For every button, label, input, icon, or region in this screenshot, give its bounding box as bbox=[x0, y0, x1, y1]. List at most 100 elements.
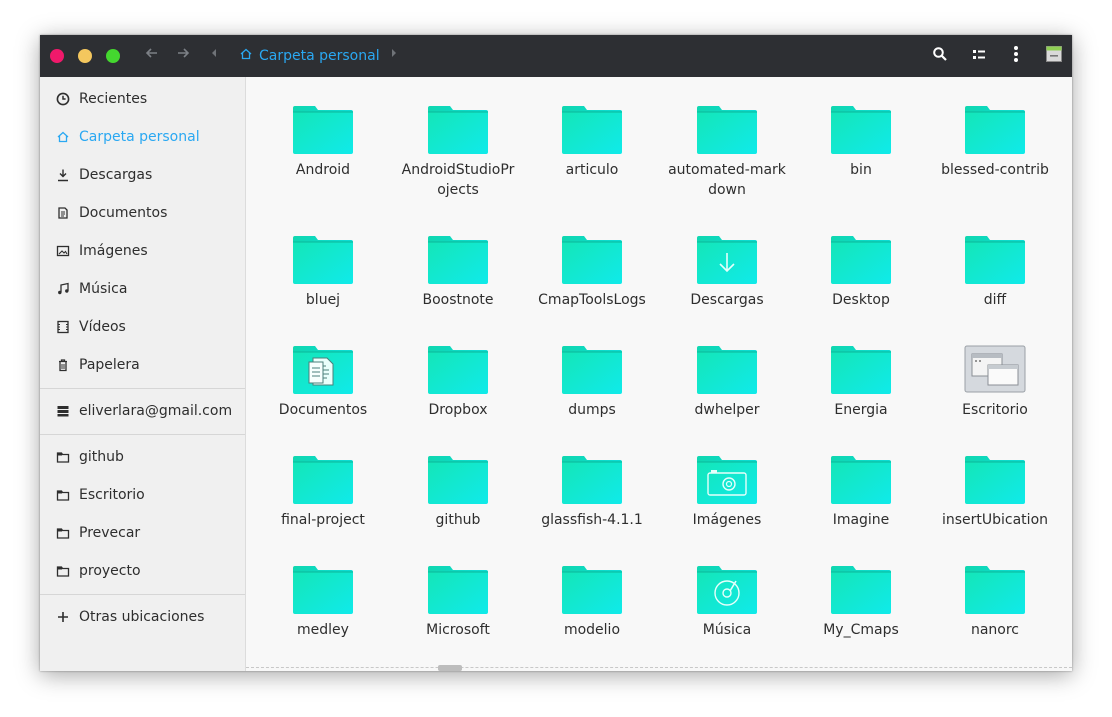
breadcrumb-label: Carpeta personal bbox=[259, 47, 380, 64]
menu-button[interactable] bbox=[1005, 45, 1027, 67]
download-icon bbox=[55, 167, 71, 183]
image-icon bbox=[55, 243, 71, 259]
file-item-medley[interactable]: medley bbox=[256, 565, 390, 671]
folder-icon bbox=[292, 455, 354, 505]
file-item-dropbox[interactable]: Dropbox bbox=[391, 345, 525, 455]
file-item-label: CmapToolsLogs bbox=[538, 292, 646, 308]
file-item-label: bin bbox=[850, 162, 872, 178]
search-icon bbox=[932, 46, 948, 66]
window-icon-button[interactable] bbox=[1043, 45, 1065, 67]
file-item-bin[interactable]: bin bbox=[794, 105, 928, 215]
file-item-dwhelper[interactable]: dwhelper bbox=[660, 345, 794, 455]
sidebar-item-label: Escritorio bbox=[79, 487, 145, 503]
folder-icon bbox=[55, 525, 71, 541]
sidebar-item-carpeta-personal[interactable]: Carpeta personal bbox=[40, 118, 245, 156]
file-item-label: modelio bbox=[563, 622, 621, 638]
sidebar-item-account[interactable]: eliverlara@gmail.com bbox=[40, 392, 245, 430]
folder-icon bbox=[292, 235, 354, 285]
folder-icon bbox=[561, 345, 623, 395]
file-item-github[interactable]: github bbox=[391, 455, 525, 565]
back-arrow-icon[interactable] bbox=[142, 45, 162, 66]
file-item-musica[interactable]: Música bbox=[660, 565, 794, 671]
file-item-my-cmaps[interactable]: My_Cmaps bbox=[794, 565, 928, 671]
kebab-menu-icon bbox=[1013, 45, 1019, 67]
sidebar-item-bookmark-proyecto[interactable]: proyecto bbox=[40, 552, 245, 590]
file-item-androidstudioprojects[interactable]: AndroidStudioProjects bbox=[391, 105, 525, 215]
file-item-microsoft[interactable]: Microsoft bbox=[391, 565, 525, 671]
file-item-modelio[interactable]: modelio bbox=[525, 565, 659, 671]
file-item-dumps[interactable]: dumps bbox=[525, 345, 659, 455]
sidebar-item-other-locations[interactable]: Otras ubicaciones bbox=[40, 598, 245, 636]
folder-icon bbox=[427, 345, 489, 395]
file-item-imagenes[interactable]: Imágenes bbox=[660, 455, 794, 565]
file-item-label: Android bbox=[295, 162, 351, 178]
maximize-window-button[interactable] bbox=[106, 49, 120, 63]
file-item-label: Imágenes bbox=[692, 512, 762, 528]
trash-icon bbox=[55, 357, 71, 373]
file-item-articulo[interactable]: articulo bbox=[525, 105, 659, 215]
file-item-label: My_Cmaps bbox=[823, 622, 899, 638]
sidebar-separator bbox=[40, 434, 245, 435]
path-scroll-left-icon[interactable] bbox=[210, 46, 218, 63]
window-icon bbox=[1046, 46, 1062, 66]
file-item-bluej[interactable]: bluej bbox=[256, 235, 390, 345]
file-item-escritorio[interactable]: Escritorio bbox=[928, 345, 1062, 455]
minimize-window-button[interactable] bbox=[78, 49, 92, 63]
folder-icon bbox=[830, 455, 892, 505]
forward-arrow-icon[interactable] bbox=[173, 45, 193, 66]
folder-icon bbox=[830, 565, 892, 615]
sidebar-item-label: proyecto bbox=[79, 563, 141, 579]
pane-resize-handle[interactable] bbox=[438, 665, 462, 671]
file-item-automated-markdown[interactable]: automated-markdown bbox=[660, 105, 794, 215]
sidebar-item-descargas[interactable]: Descargas bbox=[40, 156, 245, 194]
file-item-label: final-project bbox=[281, 512, 365, 528]
folder-icon bbox=[427, 235, 489, 285]
home-icon bbox=[55, 129, 71, 145]
file-item-energia[interactable]: Energia bbox=[794, 345, 928, 455]
folder-icon bbox=[696, 105, 758, 155]
file-item-imagine[interactable]: Imagine bbox=[794, 455, 928, 565]
folder-music-icon bbox=[696, 565, 758, 615]
sidebar-item-recientes[interactable]: Recientes bbox=[40, 80, 245, 118]
file-item-blessed-contrib[interactable]: blessed-contrib bbox=[928, 105, 1062, 215]
file-item-descargas[interactable]: Descargas bbox=[660, 235, 794, 345]
file-item-documentos[interactable]: Documentos bbox=[256, 345, 390, 455]
path-scroll-right-icon[interactable] bbox=[390, 46, 398, 63]
file-grid: Android AndroidStudioProjects articulo auto… bbox=[246, 77, 1072, 671]
sidebar-item-papelera[interactable]: Papelera bbox=[40, 346, 245, 384]
folder-icon bbox=[964, 455, 1026, 505]
sidebar-item-bookmark-escritorio[interactable]: Escritorio bbox=[40, 476, 245, 514]
view-mode-button[interactable] bbox=[968, 45, 990, 67]
folder-icon bbox=[561, 105, 623, 155]
file-item-desktop[interactable]: Desktop bbox=[794, 235, 928, 345]
sidebar-separator bbox=[40, 388, 245, 389]
file-item-label: Dropbox bbox=[428, 402, 488, 418]
sidebar-item-bookmark-github[interactable]: github bbox=[40, 438, 245, 476]
file-item-cmaptoolslogs[interactable]: CmapToolsLogs bbox=[525, 235, 659, 345]
breadcrumb-home[interactable]: Carpeta personal bbox=[239, 46, 380, 65]
sidebar-item-imagenes[interactable]: Imágenes bbox=[40, 232, 245, 270]
file-item-insertubication[interactable]: insertUbication bbox=[928, 455, 1062, 565]
folder-icon bbox=[561, 235, 623, 285]
close-window-button[interactable] bbox=[50, 49, 64, 63]
folder-download-icon bbox=[696, 235, 758, 285]
file-item-label: Imagine bbox=[832, 512, 890, 528]
file-item-final-project[interactable]: final-project bbox=[256, 455, 390, 565]
file-item-android[interactable]: Android bbox=[256, 105, 390, 215]
sidebar-item-documentos[interactable]: Documentos bbox=[40, 194, 245, 232]
file-item-label: Documentos bbox=[278, 402, 368, 418]
folder-pictures-icon bbox=[696, 455, 758, 505]
file-item-label: Escritorio bbox=[962, 402, 1028, 418]
search-button[interactable] bbox=[929, 45, 951, 67]
sidebar-item-label: Carpeta personal bbox=[79, 129, 200, 145]
sidebar-item-musica[interactable]: Música bbox=[40, 270, 245, 308]
folder-icon bbox=[55, 563, 71, 579]
file-item-boostnote[interactable]: Boostnote bbox=[391, 235, 525, 345]
sidebar-item-label: Música bbox=[79, 281, 128, 297]
folder-icon bbox=[696, 345, 758, 395]
file-item-nanorc[interactable]: nanorc bbox=[928, 565, 1062, 671]
sidebar-item-videos[interactable]: Vídeos bbox=[40, 308, 245, 346]
file-item-diff[interactable]: diff bbox=[928, 235, 1062, 345]
file-item-glassfish-4-1-1[interactable]: glassfish-4.1.1 bbox=[525, 455, 659, 565]
sidebar-item-bookmark-prevecar[interactable]: Prevecar bbox=[40, 514, 245, 552]
